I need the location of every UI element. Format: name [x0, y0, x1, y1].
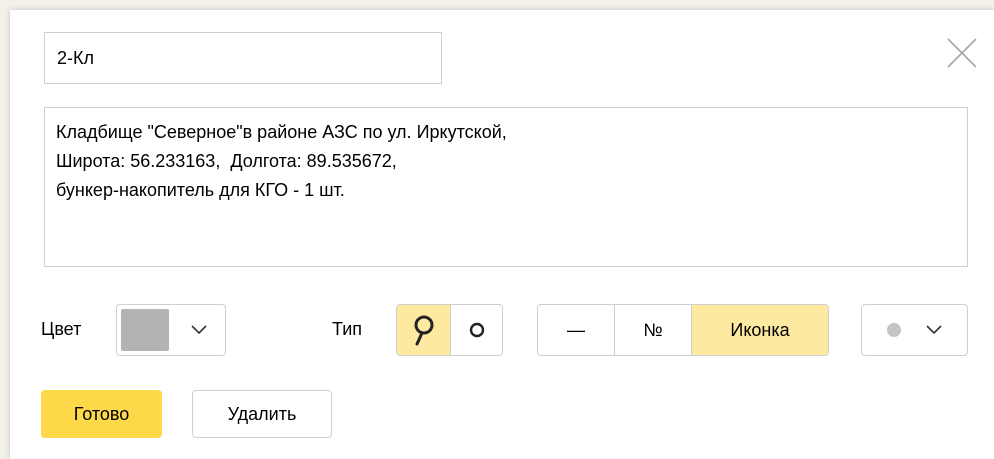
- pin-icon: [414, 315, 433, 346]
- delete-button[interactable]: Удалить: [192, 390, 332, 438]
- color-swatch: [121, 309, 169, 351]
- circle-icon: [469, 322, 484, 338]
- content-mode-toggle: — № Иконка: [537, 304, 829, 356]
- chevron-down-icon: [191, 325, 207, 335]
- placemark-name-input[interactable]: [44, 32, 442, 84]
- done-button[interactable]: Готово: [41, 390, 162, 438]
- type-toggle: [396, 304, 503, 356]
- icon-select[interactable]: [861, 304, 968, 356]
- chevron-down-icon: [925, 325, 942, 335]
- color-label: Цвет: [41, 319, 82, 339]
- dot-icon: [886, 323, 901, 337]
- close-icon: [947, 38, 977, 68]
- type-option-pin[interactable]: [397, 305, 450, 355]
- placemark-editor-panel: Кладбище "Северное"в районе АЗС по ул. И…: [10, 10, 994, 459]
- content-mode-none[interactable]: —: [538, 305, 614, 355]
- placemark-description-textarea[interactable]: Кладбище "Северное"в районе АЗС по ул. И…: [44, 107, 968, 267]
- type-label: Тип: [332, 319, 363, 339]
- color-select[interactable]: [116, 304, 226, 356]
- type-option-circle[interactable]: [450, 305, 502, 355]
- content-mode-number[interactable]: №: [614, 305, 691, 355]
- content-mode-icon[interactable]: Иконка: [691, 305, 828, 355]
- close-button[interactable]: [945, 36, 979, 70]
